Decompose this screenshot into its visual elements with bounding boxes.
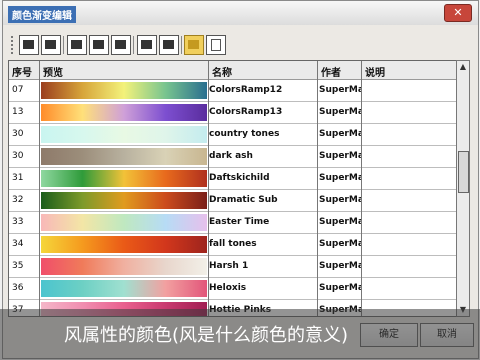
column-divider — [39, 61, 40, 316]
row-name: dark ash — [209, 151, 253, 161]
table-row[interactable]: 13 ColorsRamp13 SuperMap — [9, 102, 456, 124]
row-author: SuperMap — [319, 261, 361, 271]
row-author: SuperMap — [319, 107, 361, 117]
table-row[interactable]: 33 Easter Time SuperMap — [9, 212, 456, 234]
gradient-preview[interactable] — [41, 236, 207, 253]
row-name: Daftskichild — [209, 173, 270, 183]
row-extra — [363, 234, 455, 255]
gradient-preview[interactable] — [41, 280, 207, 297]
table-header: 序号 预览 名称 作者 说明 — [9, 61, 456, 80]
table-row[interactable]: 36 Heloxis SuperMap — [9, 278, 456, 300]
gradient-preview[interactable] — [41, 148, 207, 165]
palette-icon[interactable] — [111, 35, 131, 55]
table-row[interactable]: 31 Daftskichild SuperMap — [9, 168, 456, 190]
column-header-extra[interactable]: 说明 — [365, 64, 385, 79]
row-author: SuperMap — [319, 195, 361, 205]
row-author: SuperMap — [319, 173, 361, 183]
close-button[interactable]: ✕ — [444, 4, 472, 22]
row-author: SuperMap — [319, 217, 361, 227]
toolbar-separator — [181, 36, 182, 54]
close-icon: ✕ — [453, 6, 463, 19]
gradient-preview[interactable] — [41, 82, 207, 99]
row-name: country tones — [209, 129, 280, 139]
toolbar-grip-icon[interactable] — [11, 36, 16, 54]
row-id: 13 — [12, 107, 24, 117]
gradient-preview[interactable] — [41, 192, 207, 209]
table-row[interactable]: 30 dark ash SuperMap — [9, 146, 456, 168]
column-header-author[interactable]: 作者 — [321, 64, 341, 79]
toolbar-separator — [63, 36, 64, 54]
gradient-preview[interactable] — [41, 214, 207, 231]
table-row[interactable]: 30 country tones SuperMap — [9, 124, 456, 146]
row-id: 33 — [12, 217, 24, 227]
row-name: ColorsRamp13 — [209, 107, 283, 117]
grid-icon[interactable] — [89, 35, 109, 55]
row-name: fall tones — [209, 239, 257, 249]
toolbar — [11, 34, 226, 56]
column-divider — [208, 61, 209, 316]
row-extra — [363, 212, 455, 233]
import-icon[interactable] — [19, 35, 39, 55]
scroll-up-icon[interactable]: ▲ — [457, 61, 469, 73]
toolbar-separator — [133, 36, 134, 54]
row-name: Easter Time — [209, 217, 270, 227]
row-extra — [363, 146, 455, 167]
title-bar: 颜色渐变编辑 ✕ — [3, 1, 478, 25]
apply-icon[interactable] — [159, 35, 179, 55]
column-divider — [317, 61, 318, 316]
column-header-name[interactable]: 名称 — [212, 64, 232, 79]
row-id: 31 — [12, 173, 24, 183]
row-id: 34 — [12, 239, 24, 249]
row-author: SuperMap — [319, 85, 361, 95]
convert-icon[interactable] — [137, 35, 157, 55]
row-author: SuperMap — [319, 151, 361, 161]
table-row[interactable]: 34 fall tones SuperMap — [9, 234, 456, 256]
row-name: Harsh 1 — [209, 261, 249, 271]
table-row[interactable]: 32 Dramatic Sub SuperMap — [9, 190, 456, 212]
caption-text: 风属性的颜色(风是什么颜色的意义) — [64, 325, 349, 346]
gradient-preview[interactable] — [41, 258, 207, 275]
table-row[interactable]: 07 ColorsRamp12 SuperMap — [9, 80, 456, 102]
gradient-preview[interactable] — [41, 170, 207, 187]
row-id: 30 — [12, 151, 24, 161]
copy-icon[interactable] — [67, 35, 87, 55]
window-title: 颜色渐变编辑 — [8, 6, 76, 23]
row-id: 30 — [12, 129, 24, 139]
row-name: Dramatic Sub — [209, 195, 278, 205]
row-extra — [363, 278, 455, 299]
row-extra — [363, 190, 455, 211]
row-id: 07 — [12, 85, 24, 95]
open-folder-icon[interactable] — [184, 35, 204, 55]
row-author: SuperMap — [319, 283, 361, 293]
column-header-id[interactable]: 序号 — [12, 64, 32, 79]
row-extra — [363, 102, 455, 123]
table-row[interactable]: 35 Harsh 1 SuperMap — [9, 256, 456, 278]
row-name: Heloxis — [209, 283, 247, 293]
row-author: SuperMap — [319, 129, 361, 139]
row-id: 32 — [12, 195, 24, 205]
gradient-table: 序号 预览 名称 作者 说明 07 ColorsRamp12 SuperMap 13 C… — [8, 60, 457, 317]
row-extra — [363, 168, 455, 189]
gradient-preview[interactable] — [41, 126, 207, 143]
new-icon[interactable] — [206, 35, 226, 55]
row-extra — [363, 124, 455, 145]
scroll-thumb[interactable] — [458, 151, 469, 193]
row-extra — [363, 80, 455, 101]
row-extra — [363, 256, 455, 277]
row-name: ColorsRamp12 — [209, 85, 283, 95]
row-author: SuperMap — [319, 239, 361, 249]
gradient-preview[interactable] — [41, 104, 207, 121]
column-header-preview[interactable]: 预览 — [43, 64, 63, 79]
export-icon[interactable] — [41, 35, 61, 55]
row-id: 35 — [12, 261, 24, 271]
column-divider — [361, 61, 362, 316]
vertical-scrollbar[interactable]: ▲ ▼ — [456, 60, 470, 317]
row-id: 36 — [12, 283, 24, 293]
